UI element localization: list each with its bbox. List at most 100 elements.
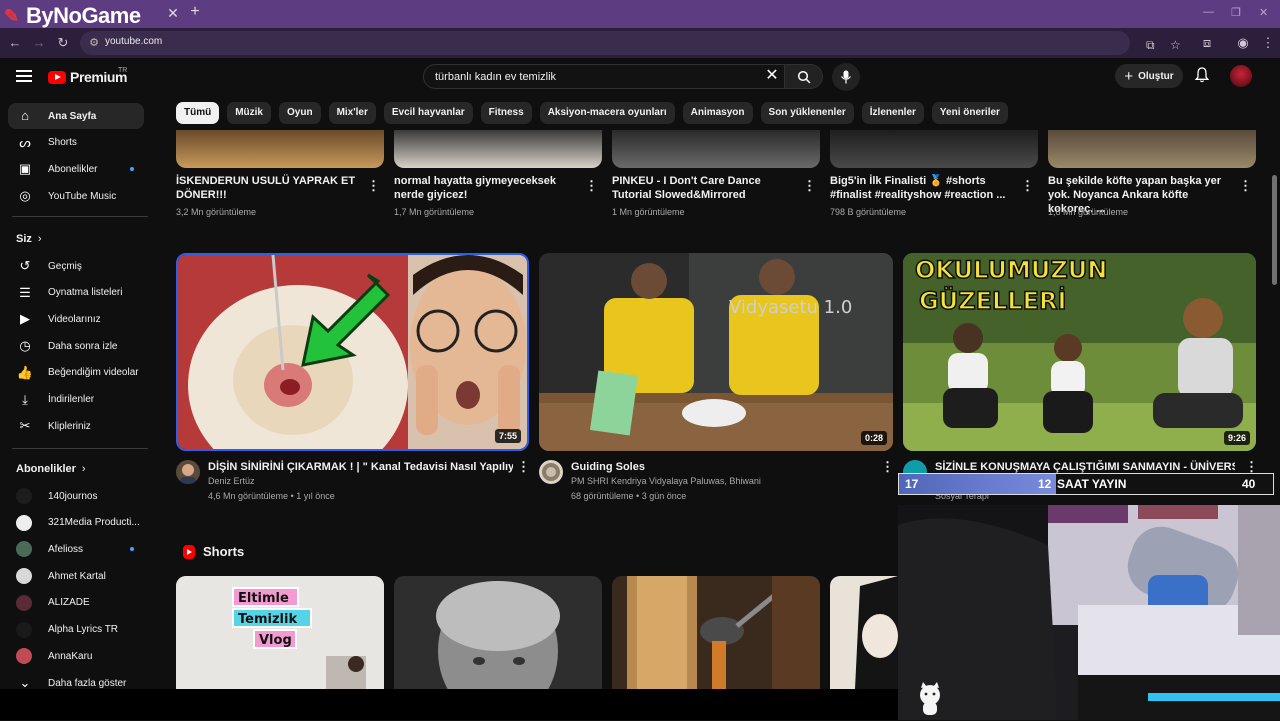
sidebar-item[interactable]: ▣ Abonelikler xyxy=(8,156,144,182)
address-bar[interactable]: ⚙ youtube.com ⧉ ☆ xyxy=(80,31,1181,55)
sidebar-item[interactable]: ✂ Klipleriniz xyxy=(8,413,144,439)
video-thumbnail[interactable]: 7:55 xyxy=(176,253,529,451)
mic-icon xyxy=(841,70,851,84)
video-thumbnail[interactable]: OKULUMUZUN GÜZELLERİ 9:26 xyxy=(903,253,1256,451)
video-menu-icon[interactable]: ⋮ xyxy=(585,179,598,193)
sidebar-item[interactable]: ⌂ Ana Sayfa xyxy=(8,103,144,129)
video-title[interactable]: PINKEU - I Don't Care Dance Tutorial Slo… xyxy=(612,174,792,202)
sidebar-item[interactable]: ◷ Daha sonra izle xyxy=(8,333,144,359)
webcam-feed xyxy=(898,505,1280,720)
filter-chip[interactable]: Aksiyon-macera oyunları xyxy=(539,102,675,124)
channel-name[interactable]: PM SHRI Kendriya Vidyalaya Paluwas, Bhiw… xyxy=(571,476,761,486)
sidebar-item[interactable]: ⤓ İndirilenler xyxy=(8,387,144,413)
window-close-icon[interactable]: ✕ xyxy=(1259,6,1268,19)
video-menu-icon[interactable]: ⋮ xyxy=(881,460,894,474)
maximize-icon[interactable]: ❐ xyxy=(1231,6,1241,19)
sidebar-item[interactable]: 👍 Beğendiğim videolar xyxy=(8,360,144,386)
notifications-bell-icon[interactable] xyxy=(1193,67,1211,85)
sidebar-item[interactable]: ALIZADE xyxy=(8,590,144,616)
video-thumbnail[interactable] xyxy=(1048,130,1256,168)
clear-search-icon[interactable]: ✕ xyxy=(764,68,780,84)
video-thumbnail[interactable] xyxy=(612,130,820,168)
sidebar-item[interactable]: ◎ YouTube Music xyxy=(8,183,144,209)
video-menu-icon[interactable]: ⋮ xyxy=(1245,460,1258,474)
youtube-logo[interactable]: Premium xyxy=(48,69,128,85)
video-menu-icon[interactable]: ⋮ xyxy=(517,460,530,474)
video-thumbnail[interactable] xyxy=(830,130,1038,168)
short-thumbnail[interactable]: Eltimle Temizlik Vlog xyxy=(176,576,384,689)
bookmark-star-icon[interactable]: ☆ xyxy=(1170,38,1181,52)
sidebar-item[interactable]: 140journos xyxy=(8,483,144,509)
filter-chip[interactable]: Oyun xyxy=(279,102,321,124)
sidebar-item-label: Shorts xyxy=(48,137,77,149)
browser-titlebar: ✎ ByNoGame ✕ + — ❐ ✕ xyxy=(0,0,1280,28)
sidebar-you-heading[interactable]: Siz › xyxy=(16,233,42,245)
video-title[interactable]: Guiding Soles xyxy=(571,460,645,474)
search-button[interactable] xyxy=(785,64,823,89)
overlay-left-number: 17 xyxy=(905,477,919,491)
short-thumbnail[interactable] xyxy=(612,576,820,689)
brand-logo-icon: ✎ xyxy=(4,6,19,26)
voice-search-button[interactable] xyxy=(832,63,860,91)
channel-avatar[interactable] xyxy=(539,460,563,484)
channel-avatar[interactable] xyxy=(176,460,200,484)
forward-icon[interactable]: → xyxy=(30,34,48,52)
create-button[interactable]: + Oluştur xyxy=(1115,64,1183,88)
filter-chip[interactable]: İzlenenler xyxy=(861,102,924,124)
video-title[interactable]: Big5'in İlk Finalisti 🏅 #shorts #finalis… xyxy=(830,174,1010,202)
sidebar-item[interactable]: Alpha Lyrics TR xyxy=(8,617,144,643)
channel-name[interactable]: Deniz Ertüz xyxy=(208,476,255,486)
filter-chip[interactable]: Fitness xyxy=(480,102,532,124)
sidebar-item[interactable]: ᔕ Shorts xyxy=(8,130,144,156)
filter-chip[interactable]: Yeni öneriler xyxy=(931,102,1008,124)
back-icon[interactable]: ← xyxy=(6,34,24,52)
page-scrollbar[interactable] xyxy=(1272,175,1277,285)
sidebar-item[interactable]: 321Media Producti... xyxy=(8,510,144,536)
filter-chip[interactable]: Mix'ler xyxy=(328,102,376,124)
sidebar-item[interactable]: ☰ Oynatma listeleri xyxy=(8,280,144,306)
video-title[interactable]: normal hayatta giymeyeceksek nerde giyic… xyxy=(394,174,574,202)
short-caption-3: Vlog xyxy=(259,633,292,648)
install-app-icon[interactable]: ⧉ xyxy=(1146,38,1155,53)
video-thumbnail[interactable]: Vidyasetu 1.0 0:28 xyxy=(539,253,893,451)
tab-close-icon[interactable]: ✕ xyxy=(164,4,182,22)
video-thumbnail[interactable] xyxy=(394,130,602,168)
extensions-icon[interactable]: ⧈ xyxy=(1198,34,1216,52)
video-menu-icon[interactable]: ⋮ xyxy=(1239,179,1252,193)
search-value: türbanlı kadın ev temizlik xyxy=(435,71,557,83)
sidebar-item[interactable]: ↺ Geçmiş xyxy=(8,253,144,279)
video-thumbnail[interactable] xyxy=(176,130,384,168)
playlists-icon: ☰ xyxy=(19,284,31,300)
sidebar-subscriptions-heading[interactable]: Abonelikler › xyxy=(16,463,86,475)
reload-icon[interactable]: ↻ xyxy=(54,34,72,52)
filter-chip[interactable]: Animasyon xyxy=(682,102,753,124)
menu-icon[interactable] xyxy=(16,70,32,82)
video-title[interactable]: DİŞİN SİNİRİNİ ÇIKARMAK ! | " Kanal Teda… xyxy=(208,460,513,474)
short-thumbnail[interactable] xyxy=(830,576,898,689)
new-tab-icon[interactable]: + xyxy=(186,3,204,21)
chalkboard-text: Vidyasetu 1.0 xyxy=(729,297,852,318)
video-menu-icon[interactable]: ⋮ xyxy=(803,179,816,193)
downloads-icon: ⤓ xyxy=(22,391,28,407)
video-title[interactable]: İSKENDERUN USULÜ YAPRAK ET DÖNER!!! xyxy=(176,174,356,202)
filter-chip[interactable]: Müzik xyxy=(227,102,271,124)
minimize-icon[interactable]: — xyxy=(1203,6,1214,18)
sidebar-item[interactable]: Afelioss xyxy=(8,536,144,562)
create-label: Oluştur xyxy=(1138,70,1174,82)
video-menu-icon[interactable]: ⋮ xyxy=(367,179,380,193)
sidebar-you-label: Siz xyxy=(16,233,32,245)
sidebar-item[interactable]: AnnaKaru xyxy=(8,643,144,669)
search-input[interactable]: türbanlı kadın ev temizlik ✕ xyxy=(423,64,785,89)
short-thumbnail[interactable] xyxy=(394,576,602,689)
site-info-icon[interactable]: ⚙ xyxy=(86,35,102,51)
filter-chip[interactable]: Son yüklenenler xyxy=(760,102,854,124)
profile-icon[interactable]: ◉ xyxy=(1234,34,1252,52)
sidebar-item[interactable]: ▶ Videolarınız xyxy=(8,306,144,332)
sidebar-item[interactable]: Ahmet Kartal xyxy=(8,563,144,589)
filter-chip[interactable]: Evcil hayvanlar xyxy=(383,102,473,124)
account-avatar[interactable] xyxy=(1230,65,1252,87)
browser-menu-icon[interactable]: ⋮ xyxy=(1259,34,1277,52)
filter-chip[interactable]: Tümü xyxy=(176,102,220,124)
video-title[interactable]: SİZİNLE KONUŞMAYA ÇALIŞTIĞIMI SANMAYIN -… xyxy=(935,460,1235,474)
video-menu-icon[interactable]: ⋮ xyxy=(1021,179,1034,193)
